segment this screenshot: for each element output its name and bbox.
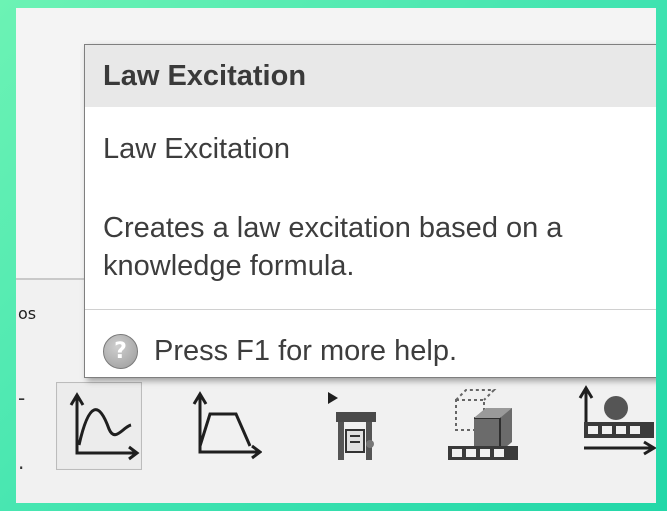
machine-fixture-button[interactable] [306,382,390,468]
trapezoid-law-icon [192,391,262,460]
edge-dash-icon: - [18,386,26,410]
object-on-conveyor-icon [448,389,518,460]
tooltip-divider [85,309,656,310]
tooltip-title: Law Excitation [85,45,656,107]
law-excitation-button[interactable] [56,382,142,470]
ball-on-conveyor-button[interactable] [572,382,656,468]
tooltip-command-name: Law Excitation [103,133,290,165]
toolbar-tab-partial[interactable]: os [18,304,36,323]
tooltip-popup: Law Excitation Law Excitation Creates a … [84,44,656,378]
edge-dot-icon: . [18,450,25,474]
trapezoid-law-button[interactable] [178,382,262,468]
tooltip-description: Creates a law excitation based on a know… [103,212,563,282]
tooltip-help-row: ? Press F1 for more help. [103,333,457,369]
law-excitation-icon [69,392,140,461]
tooltip-help-text: Press F1 for more help. [154,334,457,367]
object-on-conveyor-button[interactable] [436,382,520,468]
machine-fixture-icon [328,392,376,460]
ball-on-conveyor-icon [578,385,656,456]
application-window: os - . Law Excitation Law Excitation Cre… [16,8,656,503]
help-icon: ? [103,333,138,369]
